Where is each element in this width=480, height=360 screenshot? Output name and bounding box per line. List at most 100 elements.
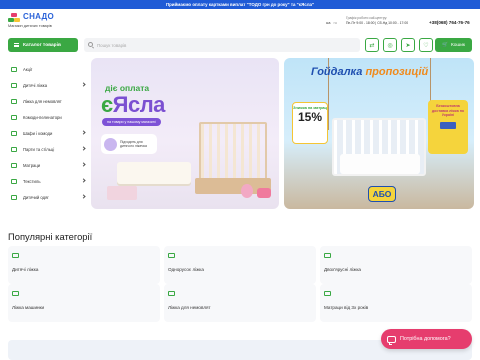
- crib-illustration: [199, 122, 267, 180]
- baby-icon: [104, 137, 117, 151]
- favorites-icon[interactable]: ♡: [419, 38, 433, 52]
- cart-button[interactable]: 🛒 Кошик: [435, 38, 472, 52]
- chevron-right-icon: [81, 178, 86, 183]
- banner1-pill: на товари у нашому магазині: [102, 118, 161, 126]
- discount-value: 15%: [297, 110, 323, 125]
- discount-text: Знижка на матрац: [293, 106, 327, 110]
- category-card-baby-beds[interactable]: Ліжка для немовлят: [164, 284, 316, 322]
- sidebar-item-kids-beds[interactable]: Дитячі ліжка: [8, 79, 88, 92]
- banner2-title-a: Гойдалка: [311, 66, 363, 78]
- banner1-badge-text: Підходить для дитячого ліжечка: [120, 140, 147, 148]
- phone-number[interactable]: +38(068) 764-76-76: [429, 20, 470, 25]
- sidebar-item-label: Парти та стільці: [23, 147, 55, 152]
- sidebar-item-label: Текстиль: [23, 179, 41, 184]
- category-card-single-beds[interactable]: Однорусоє ліжка: [164, 246, 316, 284]
- promo-topbar: Приймаємо оплату картками виплат "ТОДО г…: [0, 0, 480, 9]
- search-input[interactable]: [84, 38, 360, 52]
- toy-pyramid-illustration: [241, 184, 253, 198]
- abo-label: АБО: [368, 186, 396, 202]
- navbar: Каталог товарів ⇄ ◎ ➤ ♡ 🛒 Кошик: [0, 36, 480, 54]
- banner2-title: Гойдалка пропозицій: [311, 66, 428, 78]
- category-card-kids-beds[interactable]: Дитячі ліжка: [8, 246, 160, 284]
- lang-ua[interactable]: ua: [326, 20, 330, 25]
- sidebar-item-sales[interactable]: Акції: [8, 63, 88, 76]
- logo[interactable]: СНАДО Магазин дитячих товарів: [8, 12, 78, 34]
- bed-icon: [168, 253, 175, 258]
- delivery-badge: Безкоштовна доставка ліжка по Україні: [428, 100, 468, 154]
- category-label: Матраци від 3х років: [324, 305, 369, 310]
- promo-banner-yeyasla[interactable]: діє оплата єЯсла на товари у нашому мага…: [91, 58, 279, 209]
- lang-ru[interactable]: ru: [333, 20, 337, 25]
- cart-label: Кошик: [450, 42, 466, 48]
- bed-mattress-illustration: [340, 154, 420, 174]
- cart-icon: 🛒: [441, 42, 448, 48]
- viber-icon[interactable]: ◎: [383, 38, 397, 52]
- category-label: Ліжка для немовлят: [168, 305, 211, 310]
- help-label: Потрібна допомога?: [400, 336, 451, 342]
- category-card-car-beds[interactable]: Ліжка машинки: [8, 284, 160, 322]
- wardrobe-icon: [11, 131, 17, 136]
- banner1-title-yasla: Ясла: [112, 92, 166, 117]
- category-label: Двох'ярусні ліжка: [324, 267, 361, 272]
- banner1-title-e: є: [101, 92, 113, 117]
- category-label: Дитячі ліжка: [12, 267, 39, 272]
- mattress-icon: [324, 291, 331, 296]
- sidebar-item-label: Акції: [23, 67, 33, 72]
- sidebar-categories: Акції Дитячі ліжка Ліжка для немовлят Ко…: [8, 60, 88, 207]
- category-card-bunk-beds[interactable]: Двох'ярусні ліжка: [320, 246, 472, 284]
- textile-icon: [11, 179, 17, 184]
- sale-icon: [11, 67, 17, 72]
- banner1-title: єЯсла: [101, 92, 165, 118]
- sidebar-item-changing-dressers[interactable]: Комоди-пеленатори: [8, 111, 88, 124]
- delivery-text: Безкоштовна доставка ліжка по Україні: [431, 104, 465, 118]
- compare-icon[interactable]: ⇄: [365, 38, 379, 52]
- language-switch[interactable]: ua ru: [326, 20, 337, 25]
- sidebar-item-wardrobes[interactable]: Шафи і комоди: [8, 127, 88, 140]
- bunk-bed-icon: [324, 253, 331, 258]
- sidebar-item-label: Комоди-пеленатори: [23, 115, 62, 120]
- catalog-label: Каталог товарів: [23, 42, 61, 48]
- popular-categories-title: Популярні категорії: [8, 231, 93, 242]
- category-card-mattresses[interactable]: Матраци від 3х років: [320, 284, 472, 322]
- logo-tagline: Магазин дитячих товарів: [8, 24, 52, 28]
- bed-icon: [11, 83, 17, 88]
- sidebar-item-clothing[interactable]: Дитячий одяг: [8, 191, 88, 204]
- sidebar-item-textile[interactable]: Текстиль: [8, 175, 88, 188]
- chevron-right-icon: [81, 82, 86, 87]
- dresser-icon: [11, 115, 17, 120]
- crib-icon: [168, 291, 175, 296]
- clothing-icon: [11, 195, 17, 200]
- sidebar-item-label: Матраци: [23, 163, 41, 168]
- desk-icon: [11, 147, 17, 152]
- hours-text: Пн-Пт 9:00 - 18:00 | Сб-Нд 10:00 - 17:00: [346, 20, 409, 25]
- sidebar-item-mattresses[interactable]: Матраци: [8, 159, 88, 172]
- sidebar-item-label: Дитячі ліжка: [23, 83, 48, 88]
- category-label: Однорусоє ліжка: [168, 267, 204, 272]
- chevron-right-icon: [81, 146, 86, 151]
- telegram-icon[interactable]: ➤: [401, 38, 415, 52]
- towels-illustration: [107, 186, 137, 200]
- catalog-button[interactable]: Каталог товарів: [8, 38, 78, 52]
- promo-banner-swing[interactable]: Гойдалка пропозицій Знижка на матрац 15%…: [284, 58, 474, 209]
- chevron-right-icon: [81, 130, 86, 135]
- banner2-title-b: пропозицій: [365, 66, 429, 78]
- mattress-illustration: [117, 162, 191, 184]
- chevron-right-icon: [81, 194, 86, 199]
- sidebar-item-label: Ліжка для немовлят: [23, 99, 62, 104]
- banner1-badge: Підходить для дитячого ліжечка: [101, 134, 157, 154]
- sidebar-item-label: Шафи і комоди: [23, 131, 53, 136]
- chat-icon: [387, 335, 396, 345]
- mattress-icon: [11, 163, 17, 168]
- help-chat-button[interactable]: Потрібна допомога?: [381, 329, 472, 349]
- sidebar-item-baby-beds[interactable]: Ліжка для немовлят: [8, 95, 88, 108]
- sidebar-item-desks[interactable]: Парти та стільці: [8, 143, 88, 156]
- search-icon: [88, 42, 93, 47]
- discount-badge: Знижка на матрац 15%: [292, 102, 328, 144]
- bed-icon: [12, 253, 19, 258]
- logo-blocks-icon: [8, 13, 22, 23]
- menu-icon: [14, 43, 19, 47]
- work-hours: Графік роботи call-центру: Пн-Пт 9:00 - …: [346, 16, 432, 25]
- header: СНАДО Магазин дитячих товарів ua ru Графі…: [0, 9, 480, 36]
- truck-icon: [440, 121, 456, 129]
- logo-word: СНАДО: [23, 12, 55, 21]
